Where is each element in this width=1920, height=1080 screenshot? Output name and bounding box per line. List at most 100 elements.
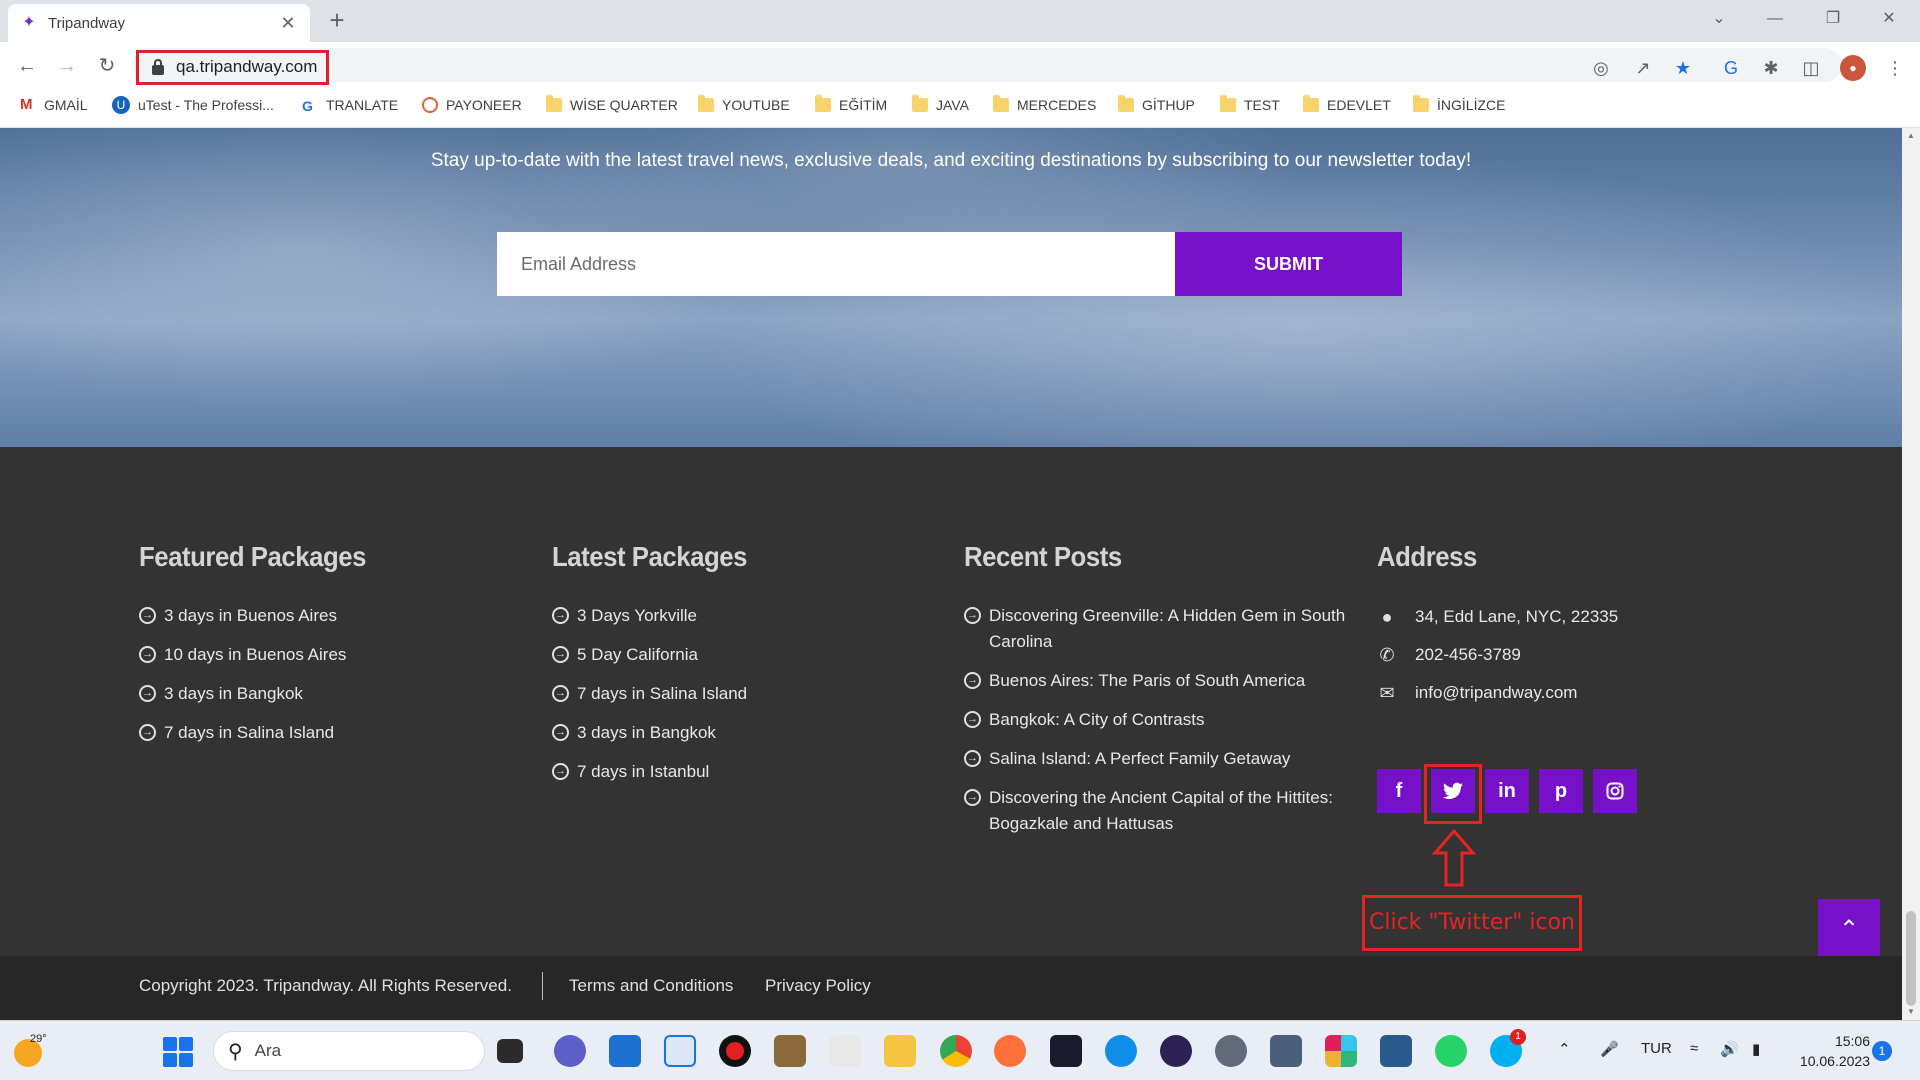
scroll-down-icon[interactable]: ▼: [1902, 1004, 1920, 1020]
notification-badge[interactable]: 1: [1872, 1041, 1892, 1061]
scroll-to-top-button[interactable]: ⌃: [1818, 899, 1880, 961]
recycle-icon[interactable]: [829, 1035, 861, 1067]
bookmark-edevlet[interactable]: EDEVLET: [1303, 90, 1391, 120]
snipping-tool-icon[interactable]: [664, 1035, 696, 1067]
web-page: Stay up-to-date with the latest travel n…: [0, 128, 1902, 1020]
address-bar[interactable]: [132, 48, 1842, 82]
battery-icon[interactable]: ▮: [1752, 1040, 1760, 1058]
teamviewer-icon[interactable]: [1105, 1035, 1137, 1067]
bookmark-youtube[interactable]: YOUTUBE: [698, 90, 790, 120]
skype-icon[interactable]: 1: [1490, 1029, 1526, 1067]
pinterest-icon[interactable]: p: [1539, 769, 1583, 813]
terms-link[interactable]: Terms and Conditions: [569, 976, 733, 996]
list-item[interactable]: → 3 days in Bangkok: [552, 720, 764, 746]
list-item[interactable]: → 7 days in Istanbul: [552, 759, 764, 785]
back-button[interactable]: ←: [12, 51, 42, 81]
email-input[interactable]: [497, 232, 1175, 296]
latest-packages-title: Latest Packages: [552, 541, 748, 572]
circle-arrow-icon: →: [552, 685, 569, 702]
clock[interactable]: 15:06 10.06.2023: [1788, 1031, 1870, 1071]
chrome-icon[interactable]: [940, 1035, 972, 1067]
app-icon[interactable]: [1270, 1035, 1302, 1067]
weather-widget[interactable]: 29°: [10, 1033, 47, 1069]
folder-icon: [1413, 95, 1429, 112]
chevron-up-icon[interactable]: ⌃: [1558, 1040, 1571, 1058]
bookmark-translate[interactable]: G TRANLATE: [302, 90, 398, 120]
list-item[interactable]: → Buenos Aires: The Paris of South Americ…: [964, 668, 1364, 694]
list-item[interactable]: → 3 Days Yorkville: [552, 603, 764, 629]
chat-icon[interactable]: [554, 1035, 586, 1067]
language-indicator[interactable]: TUR: [1641, 1040, 1672, 1057]
settings-icon[interactable]: [1215, 1035, 1247, 1067]
tab-search-icon[interactable]: ⌄: [1696, 4, 1742, 34]
scrollbar[interactable]: ▲ ▼: [1902, 128, 1920, 1020]
bookmark-githup[interactable]: GİTHUP: [1118, 90, 1195, 120]
restore-button[interactable]: ❐: [1810, 4, 1856, 34]
list-item[interactable]: → 7 days in Salina Island: [552, 681, 764, 707]
instagram-icon[interactable]: [1593, 769, 1637, 813]
submit-button[interactable]: SUBMIT: [1175, 232, 1402, 296]
firefox-icon[interactable]: [994, 1035, 1026, 1067]
wifi-icon[interactable]: ≈: [1690, 1040, 1698, 1057]
scrollbar-thumb[interactable]: [1906, 911, 1916, 1006]
address-title: Address: [1377, 541, 1477, 572]
bookmark-mercedes[interactable]: MERCEDES: [993, 90, 1096, 120]
circle-arrow-icon: →: [552, 724, 569, 741]
translate-icon[interactable]: G: [1718, 55, 1744, 81]
extensions-icon[interactable]: ✱: [1758, 55, 1784, 81]
start-button[interactable]: [163, 1037, 193, 1067]
task-view-icon[interactable]: [497, 1039, 523, 1063]
file-explorer-icon[interactable]: [884, 1035, 916, 1067]
browser-tab[interactable]: ✦ Tripandway ✕: [8, 4, 310, 42]
eye-off-icon[interactable]: ◎: [1588, 55, 1614, 81]
bookmark-star-icon[interactable]: ★: [1670, 55, 1696, 81]
microphone-icon[interactable]: 🎤: [1600, 1040, 1619, 1058]
bookmark-gmail[interactable]: M GMAİL: [20, 90, 88, 120]
bookmark-java[interactable]: JAVA: [912, 90, 969, 120]
list-item[interactable]: → 10 days in Buenos Aires: [139, 642, 386, 668]
scroll-up-icon[interactable]: ▲: [1902, 128, 1920, 144]
recorder-icon[interactable]: [719, 1035, 751, 1067]
slack-icon[interactable]: [1325, 1035, 1357, 1067]
eclipse-icon[interactable]: [1160, 1035, 1192, 1067]
whatsapp-icon[interactable]: [1435, 1035, 1467, 1067]
address-street: ● 34, Edd Lane, NYC, 22335: [1377, 605, 1619, 629]
list-item[interactable]: → Salina Island: A Perfect Family Getaway: [964, 746, 1364, 772]
list-item[interactable]: → Discovering Greenville: A Hidden Gem in…: [964, 603, 1364, 655]
list-item[interactable]: → 5 Day California: [552, 642, 764, 668]
intellij-icon[interactable]: [1050, 1035, 1082, 1067]
linkedin-icon[interactable]: in: [1485, 769, 1529, 813]
menu-icon[interactable]: ⋮: [1882, 55, 1908, 81]
list-item[interactable]: → 7 days in Salina Island: [139, 720, 386, 746]
forward-button[interactable]: →: [52, 51, 82, 81]
side-panel-icon[interactable]: ◫: [1798, 55, 1824, 81]
close-tab-icon[interactable]: ✕: [278, 13, 298, 34]
privacy-link[interactable]: Privacy Policy: [765, 976, 871, 996]
bookmark-ingilizce[interactable]: İNGİLİZCE: [1413, 90, 1505, 120]
translate-icon: G: [302, 98, 313, 114]
reload-button[interactable]: ↻: [92, 51, 122, 81]
bookmark-payoneer[interactable]: PAYONEER: [422, 90, 522, 120]
volume-icon[interactable]: 🔊: [1720, 1040, 1739, 1058]
close-window-button[interactable]: ✕: [1866, 4, 1912, 34]
newsletter-text: Stay up-to-date with the latest travel n…: [430, 150, 1472, 171]
app-icon[interactable]: [1380, 1035, 1412, 1067]
store-icon[interactable]: [609, 1035, 641, 1067]
list-item[interactable]: → 3 days in Buenos Aires: [139, 603, 386, 629]
list-item[interactable]: → Bangkok: A City of Contrasts: [964, 707, 1364, 733]
bookmark-utest[interactable]: UuTest - The Professi...: [112, 90, 274, 120]
list-item[interactable]: → 3 days in Bangkok: [139, 681, 386, 707]
bookmark-wise-quarter[interactable]: WİSE QUARTER: [546, 90, 678, 120]
profile-avatar[interactable]: ●: [1840, 55, 1866, 81]
share-icon[interactable]: ↗: [1630, 55, 1656, 81]
facebook-icon[interactable]: f: [1377, 769, 1421, 813]
bookmark-test[interactable]: TEST: [1220, 90, 1280, 120]
taskbar-search[interactable]: ⚲ Ara: [213, 1031, 485, 1071]
recent-posts-title: Recent Posts: [964, 541, 1122, 572]
bookmark-egitim[interactable]: EĞİTİM: [815, 90, 887, 120]
new-tab-button[interactable]: +: [322, 6, 352, 36]
list-item[interactable]: → Discovering the Ancient Capital of the …: [964, 785, 1364, 837]
minimize-button[interactable]: —: [1752, 4, 1798, 34]
app-icon[interactable]: [774, 1035, 806, 1067]
featured-packages-column: Featured Packages → 3 days in Buenos Aire…: [139, 541, 386, 759]
